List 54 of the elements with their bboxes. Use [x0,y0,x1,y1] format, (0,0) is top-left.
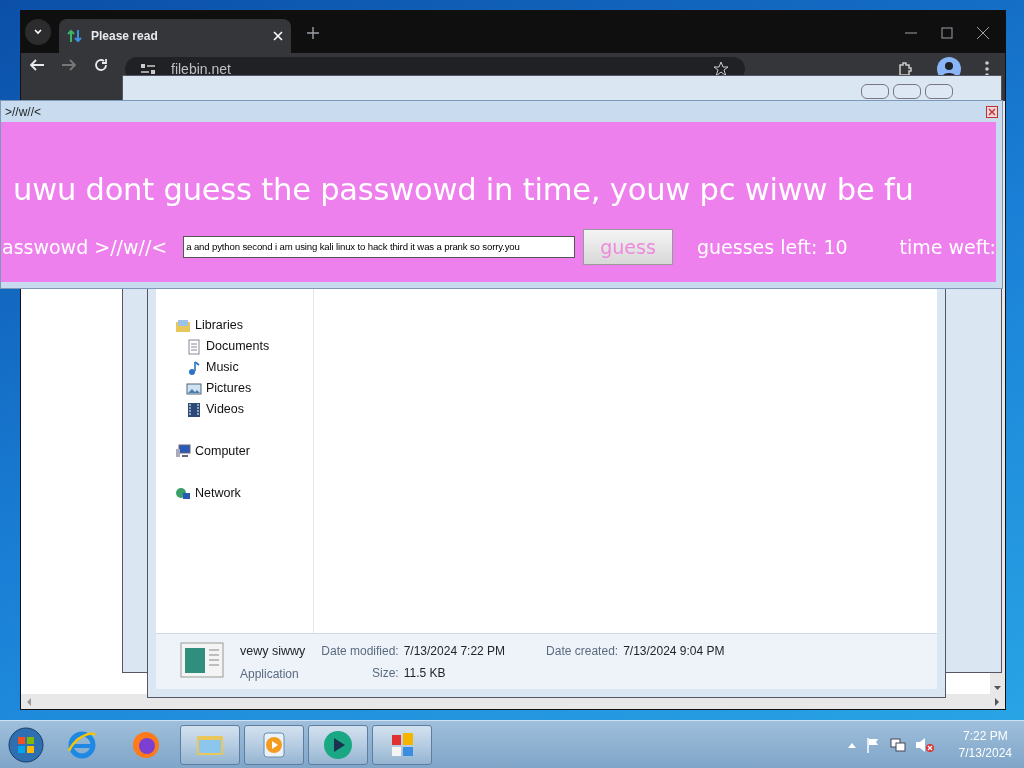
site-info-icon [141,64,155,74]
taskbar-button[interactable] [372,724,432,765]
menu-icon[interactable] [985,61,989,77]
password-field[interactable]: a and python second i am using kali linux to hack third it was a prank so sorry.you [183,235,576,258]
window-title: >//w//< [5,103,42,121]
warning-text: uwu dont guess the passwowd in time, youw pc wiww be fu [13,172,914,207]
browser-tab[interactable]: Please read [59,19,291,53]
reload-icon[interactable] [93,57,109,73]
file-name: vewy siwwy [240,643,306,660]
nav-item[interactable]: Documents [206,337,270,356]
arrows-icon [67,28,83,44]
scroll-right-icon[interactable] [993,696,1001,707]
detail-label: Date created: [546,643,619,660]
forward-icon[interactable] [61,57,77,73]
detail-value: 11.5 KB [403,665,447,682]
videos-icon [186,401,202,418]
new-tab-icon[interactable] [307,27,319,39]
start-button[interactable] [8,726,44,763]
detail-label: Size: [371,665,399,682]
network-icon[interactable] [888,736,907,753]
tab-search-button[interactable] [25,19,51,45]
timer-text: time weft: [899,234,996,260]
libraries-icon [175,317,191,334]
taskbar-button[interactable] [308,724,368,765]
pictures-icon [186,380,202,397]
network-icon [175,485,191,502]
close-button[interactable] [925,84,953,99]
application-icon [180,642,224,678]
url-text: filebin.net [171,59,232,79]
password-label: asswowd >//w//< [2,234,168,260]
file-type: Application [240,665,300,683]
maximize-icon[interactable] [941,27,953,39]
muted-speaker-icon[interactable] [914,736,935,753]
detail-label: Date modified: [321,643,399,660]
star-icon[interactable] [713,61,729,77]
computer-icon [175,443,191,460]
nav-item[interactable]: Videos [206,400,244,419]
nav-item[interactable]: Libraries [195,316,243,335]
music-icon [186,359,202,376]
detail-value: 7/13/2024 9:04 PM [623,643,725,660]
extensions-icon[interactable] [897,61,913,77]
nav-item[interactable]: Network [195,484,241,503]
nav-item[interactable]: Pictures [206,379,252,398]
maximize-button[interactable] [893,84,921,99]
tab-title: Please read [91,28,159,45]
close-icon[interactable] [977,27,989,39]
minimize-button[interactable] [861,84,889,99]
nav-item[interactable]: Music [206,358,239,377]
guesses-left-text: guesses left: 10 [697,234,848,260]
back-icon[interactable] [29,57,45,73]
detail-value: 7/13/2024 7:22 PM [403,643,506,660]
disc-icon [322,728,354,761]
nav-item[interactable]: Computer [195,442,250,461]
document-icon [186,338,202,355]
